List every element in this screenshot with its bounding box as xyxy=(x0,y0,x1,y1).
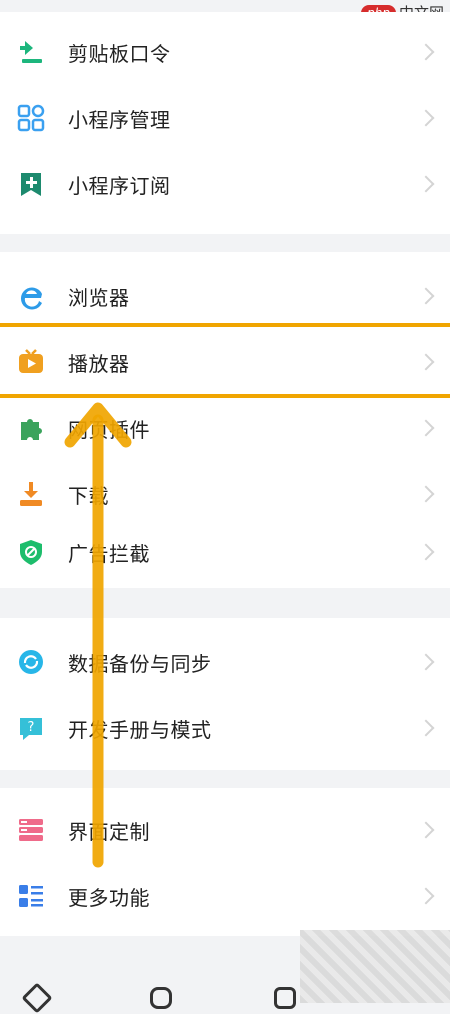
menu-item-label: 播放器 xyxy=(68,351,130,376)
menu-item-miniapp-manage[interactable]: 小程序管理 xyxy=(0,86,450,150)
browser-e-icon xyxy=(16,281,46,311)
menu-item-label: 浏览器 xyxy=(68,285,130,310)
chevron-right-icon xyxy=(417,887,435,905)
list-more-icon xyxy=(16,881,46,911)
settings-group-3: 数据备份与同步 ? 开发手册与模式 xyxy=(0,618,450,770)
menu-item-more-features[interactable]: 更多功能 xyxy=(0,864,450,928)
menu-item-download[interactable]: 下载 xyxy=(0,462,450,526)
chevron-right-icon xyxy=(417,109,435,127)
menu-item-web-plugins[interactable]: 网页插件 xyxy=(0,396,450,460)
menu-item-data-backup[interactable]: 数据备份与同步 xyxy=(0,630,450,694)
menu-item-ad-block[interactable]: 广告拦截 xyxy=(0,520,450,584)
menu-item-label: 界面定制 xyxy=(68,819,150,844)
menu-item-label: 网页插件 xyxy=(68,417,150,442)
menu-item-dev-manual[interactable]: ? 开发手册与模式 xyxy=(0,696,450,760)
shield-block-icon xyxy=(16,537,46,567)
profile-icon[interactable] xyxy=(274,987,296,1009)
chevron-right-icon xyxy=(417,543,435,561)
home-icon[interactable] xyxy=(21,982,53,1014)
menu-item-player[interactable]: 播放器 xyxy=(0,330,450,394)
chevron-right-icon xyxy=(417,653,435,671)
help-chat-icon: ? xyxy=(16,713,46,743)
chevron-right-icon xyxy=(417,419,435,437)
tv-play-icon xyxy=(16,347,46,377)
chevron-right-icon xyxy=(417,821,435,839)
menu-item-label: 广告拦截 xyxy=(68,541,150,566)
menu-item-label: 剪贴板口令 xyxy=(68,41,171,66)
settings-group-2: 浏览器 播放器 网页插件 下载 广告拦截 xyxy=(0,252,450,588)
pixelated-area xyxy=(300,930,450,1003)
menu-item-label: 开发手册与模式 xyxy=(68,717,212,742)
menu-item-label: 小程序订阅 xyxy=(68,173,171,198)
layout-custom-icon xyxy=(16,815,46,845)
chevron-right-icon xyxy=(417,287,435,305)
chat-icon[interactable] xyxy=(150,987,172,1009)
chevron-right-icon xyxy=(417,175,435,193)
menu-item-label: 更多功能 xyxy=(68,885,150,910)
puzzle-icon xyxy=(16,413,46,443)
clipboard-download-icon xyxy=(16,37,46,67)
menu-item-ui-custom[interactable]: 界面定制 xyxy=(0,798,450,862)
settings-group-4: 界面定制 更多功能 xyxy=(0,788,450,936)
menu-item-miniapp-subscribe[interactable]: 小程序订阅 xyxy=(0,152,450,216)
bookmark-plus-icon xyxy=(16,169,46,199)
chevron-right-icon xyxy=(417,43,435,61)
menu-item-clipboard[interactable]: 剪贴板口令 xyxy=(0,20,450,84)
menu-item-label: 下载 xyxy=(68,483,109,508)
download-icon xyxy=(16,479,46,509)
grid-apps-icon xyxy=(16,103,46,133)
highlight-line-bottom xyxy=(0,394,450,398)
chevron-right-icon xyxy=(417,719,435,737)
chevron-right-icon xyxy=(417,353,435,371)
settings-group-1: 剪贴板口令 小程序管理 小程序订阅 xyxy=(0,12,450,234)
svg-text:?: ? xyxy=(28,720,35,735)
menu-item-label: 小程序管理 xyxy=(68,107,171,132)
menu-item-browser[interactable]: 浏览器 xyxy=(0,264,450,328)
menu-item-label: 数据备份与同步 xyxy=(68,651,212,676)
highlight-line-top xyxy=(0,323,450,327)
cloud-sync-icon xyxy=(16,647,46,677)
chevron-right-icon xyxy=(417,485,435,503)
